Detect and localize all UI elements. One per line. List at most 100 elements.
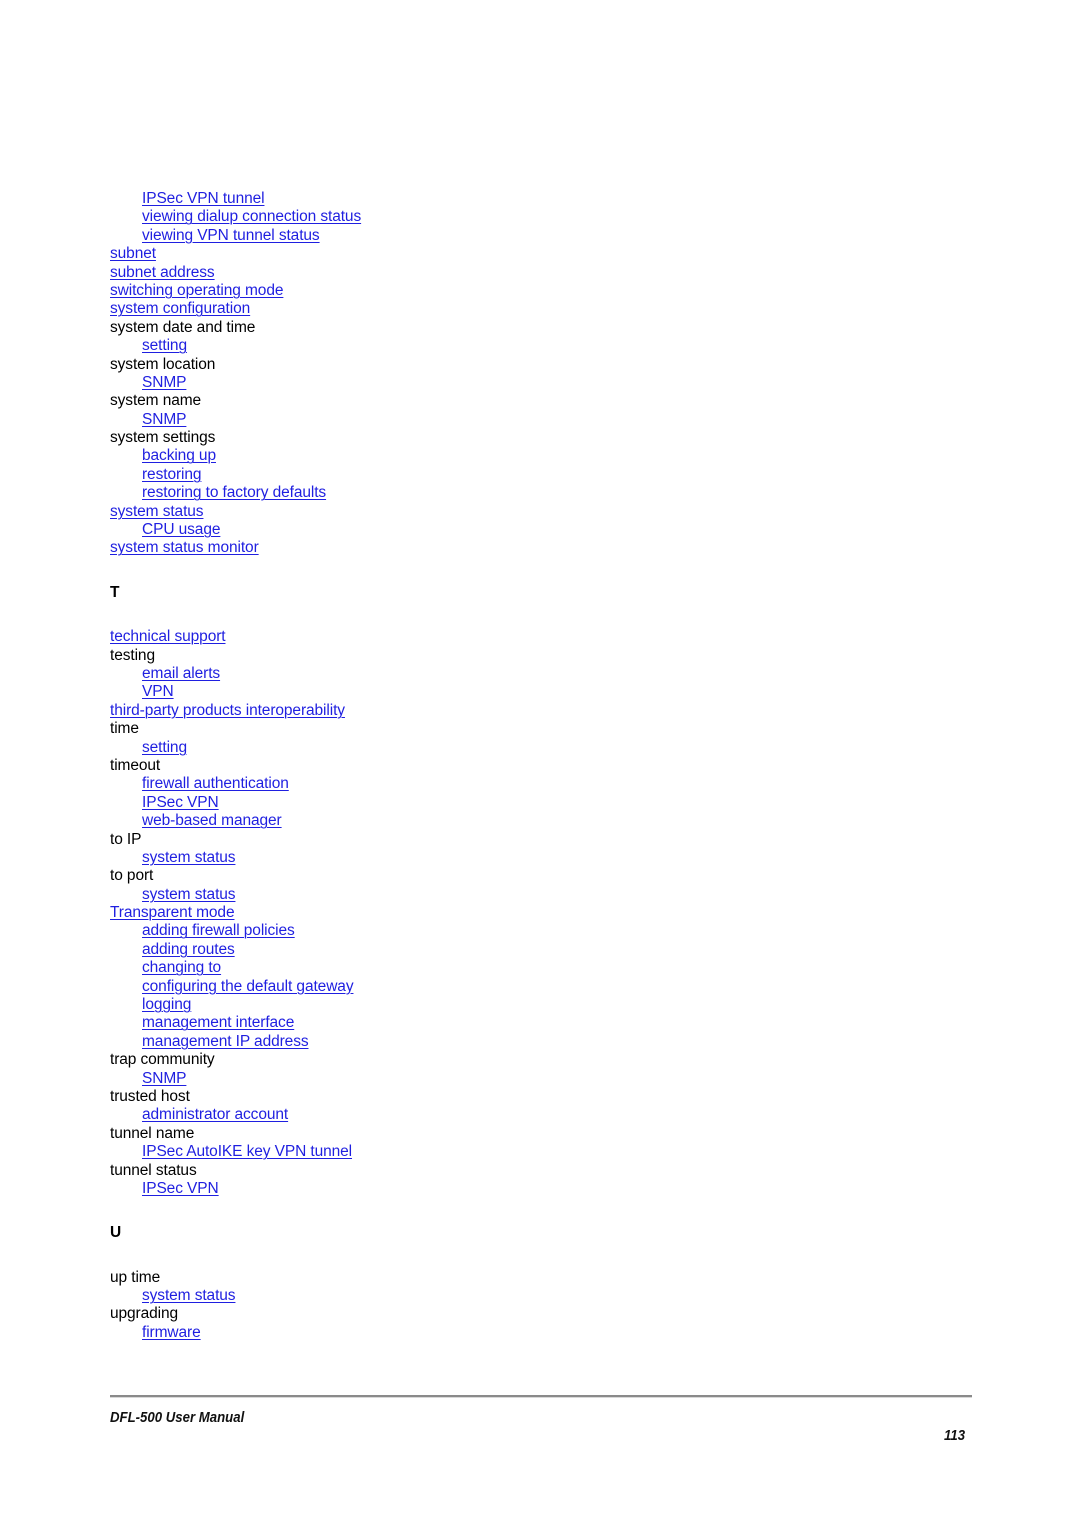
index-entry-label[interactable]: system status [142,849,236,866]
index-entry-link[interactable]: adding firewall policies [0,922,1080,940]
index-entry-label: system date and time [110,318,256,336]
index-entry-label[interactable]: adding firewall policies [142,922,295,939]
index-entry-label[interactable]: restoring [142,466,202,483]
index-entry-label[interactable]: viewing VPN tunnel status [142,227,320,244]
index-entry-link[interactable]: system status [0,1287,1080,1305]
index-entry-label: system settings [110,429,216,447]
index-entry-term: system name [0,392,1080,410]
index-entry-link[interactable]: subnet address [0,264,1080,282]
index-entry-label[interactable]: logging [142,996,191,1013]
index-entry-link[interactable]: system status [0,849,1080,867]
index-entry-label[interactable]: setting [142,739,187,756]
index-entry-link[interactable]: setting [0,739,1080,757]
letter-heading-t: T [110,583,120,601]
index-entry-label[interactable]: firmware [142,1324,201,1341]
index-entry-label[interactable]: viewing dialup connection status [142,208,361,225]
index-entry-term: system location [0,356,1080,374]
index-entry-label[interactable]: system status monitor [110,539,259,556]
index-entry-label[interactable]: web-based manager [142,812,282,829]
index-entry-term: system date and time [0,319,1080,337]
index-entry-label[interactable]: restoring to factory defaults [142,484,326,501]
index-entry-link[interactable]: viewing VPN tunnel status [0,227,1080,245]
index-entry-label: testing [110,646,155,664]
index-entry-label[interactable]: IPSec VPN [142,794,219,811]
index-entry-label[interactable]: switching operating mode [110,282,283,299]
index-entry-link[interactable]: system status [0,886,1080,904]
index-entry-label[interactable]: management interface [142,1014,294,1031]
index-entry-link[interactable]: viewing dialup connection status [0,208,1080,226]
index-entry-link[interactable]: SNMP [0,411,1080,429]
index-entry-label[interactable]: email alerts [142,665,220,682]
index-entry-label[interactable]: changing to [142,959,221,976]
index-entry-link[interactable]: CPU usage [0,521,1080,539]
index-entry-label[interactable]: subnet address [110,264,215,281]
index-entry-link[interactable]: email alerts [0,665,1080,683]
footer-divider [110,1395,972,1398]
index-entry-link[interactable]: firewall authentication [0,775,1080,793]
index-entry-term: testing [0,647,1080,665]
index-entry-label[interactable]: administrator account [142,1106,288,1123]
index-entry-label[interactable]: third-party products interoperability [110,702,345,719]
footer-page-number: 113 [944,1427,966,1444]
index-entry-link[interactable]: IPSec AutoIKE key VPN tunnel [0,1143,1080,1161]
index-entry-link[interactable]: third-party products interoperability [0,702,1080,720]
index-entry-link[interactable]: system configuration [0,300,1080,318]
index-entry-term: tunnel name [0,1125,1080,1143]
index-entry-link[interactable]: firmware [0,1324,1080,1342]
index-entry-label[interactable]: backing up [142,447,216,464]
index-entry-label[interactable]: IPSec AutoIKE key VPN tunnel [142,1143,352,1160]
index-entry-label[interactable]: IPSec VPN [142,1180,219,1197]
index-entry-link[interactable]: management IP address [0,1033,1080,1051]
index-entry-label[interactable]: firewall authentication [142,775,289,792]
index-entry-link[interactable]: management interface [0,1014,1080,1032]
index-entry-term: upgrading [0,1305,1080,1323]
index-entry-link[interactable]: VPN [0,683,1080,701]
index-entry-label[interactable]: technical support [110,628,226,645]
index-entry-label[interactable]: system status [142,1287,236,1304]
index-entry-link[interactable]: restoring to factory defaults [0,484,1080,502]
index-entry-link[interactable]: administrator account [0,1106,1080,1124]
index-entry-link[interactable]: restoring [0,466,1080,484]
index-entry-label[interactable]: IPSec VPN tunnel [142,190,265,207]
index-entry-label[interactable]: VPN [142,683,174,700]
index-entry-label[interactable]: CPU usage [142,521,220,538]
index-entry-label[interactable]: SNMP [142,1070,186,1087]
index-entry-label[interactable]: configuring the default gateway [142,978,354,995]
index-entry-link[interactable]: SNMP [0,1070,1080,1088]
index-entry-label: trap community [110,1051,215,1069]
index-entry-term: trusted host [0,1088,1080,1106]
index-entry-link[interactable]: IPSec VPN [0,1180,1080,1198]
index-entry-link[interactable]: adding routes [0,941,1080,959]
index-entry-link[interactable]: system status [0,503,1080,521]
index-entry-link[interactable]: Transparent mode [0,904,1080,922]
index-entry-link[interactable]: technical support [0,628,1080,646]
index-entry-term: timeout [0,757,1080,775]
index-entry-link[interactable]: setting [0,337,1080,355]
index-entry-label[interactable]: Transparent mode [110,904,235,921]
index-entry-label[interactable]: adding routes [142,941,235,958]
index-entry-link[interactable]: switching operating mode [0,282,1080,300]
index-entry-link[interactable]: configuring the default gateway [0,978,1080,996]
index-entry-link[interactable]: web-based manager [0,812,1080,830]
index-entry-term: to IP [0,831,1080,849]
index-entry-label[interactable]: system status [142,886,236,903]
index-entry-label[interactable]: system status [110,503,204,520]
index-entry-link[interactable]: subnet [0,245,1080,263]
index-entry-link[interactable]: system status monitor [0,539,1080,557]
index-entry-link[interactable]: SNMP [0,374,1080,392]
index-entry-label[interactable]: setting [142,337,187,354]
index-entry-link[interactable]: IPSec VPN [0,794,1080,812]
index-entry-label[interactable]: management IP address [142,1033,309,1050]
index-entry-link[interactable]: changing to [0,959,1080,977]
index-entry-label[interactable]: SNMP [142,374,186,391]
index-entry-label[interactable]: system configuration [110,300,250,317]
index-entry-link[interactable]: IPSec VPN tunnel [0,190,1080,208]
index-entry-label[interactable]: SNMP [142,411,186,428]
index-entry-link[interactable]: logging [0,996,1080,1014]
index-entry-label[interactable]: subnet [110,245,156,262]
index-entry-link[interactable]: backing up [0,447,1080,465]
